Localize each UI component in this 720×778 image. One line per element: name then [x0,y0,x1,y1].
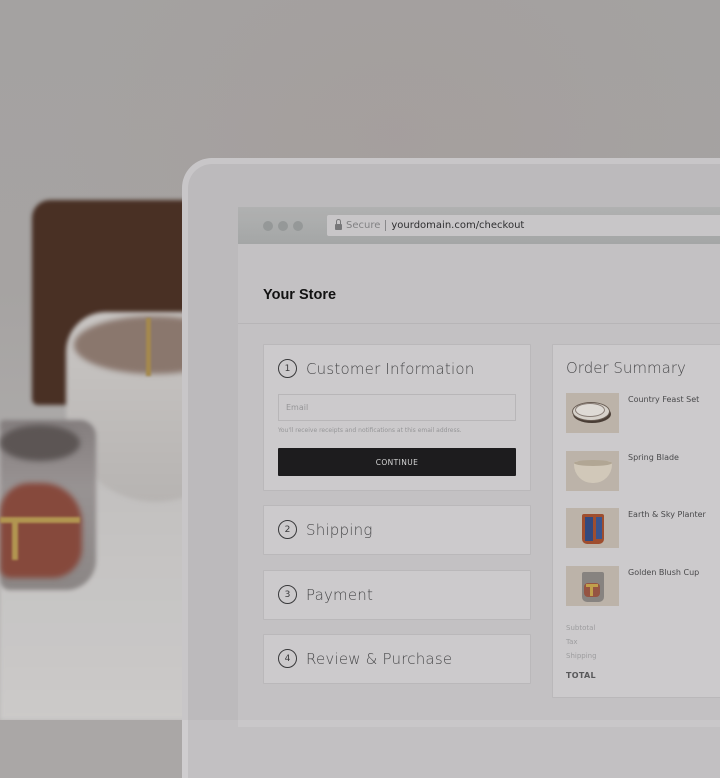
shipping-label: Shipping [566,652,597,660]
store-header: Your Store [238,244,720,324]
checkout-page: Your Store 1 Customer Information Email … [238,244,720,727]
window-controls [263,221,303,231]
total-label: TOTAL [566,671,596,680]
bowl-thumbnail-icon [566,451,619,491]
email-input[interactable]: Email [278,394,516,421]
step-number-badge: 3 [278,585,297,604]
order-item[interactable]: Golden Blush Cup [566,566,720,606]
order-item[interactable]: Earth & Sky Planter [566,508,720,548]
step-header: 3 Payment [278,585,373,604]
order-item-name: Golden Blush Cup [628,568,700,577]
tax-label: Tax [566,638,578,646]
step-review-purchase[interactable]: 4 Review & Purchase [263,634,531,684]
step-header: 4 Review & Purchase [278,649,452,668]
close-window-button[interactable] [263,221,273,231]
step-title: Review & Purchase [306,649,453,668]
subtotal-label: Subtotal [566,624,596,632]
step-number-badge: 1 [278,359,297,378]
cup-thumbnail-icon [566,566,619,606]
address-bar[interactable]: Secure yourdomain.com/checkout [327,215,720,236]
step-header[interactable]: 1 Customer Information [278,359,474,378]
plates-thumbnail-icon [566,393,619,433]
step-payment[interactable]: 3 Payment [263,570,531,620]
cup-gold-drip [12,520,18,560]
order-item-name: Country Feast Set [628,395,700,404]
maximize-window-button[interactable] [293,221,303,231]
step-number-badge: 2 [278,520,297,539]
step-title: Payment [306,585,374,604]
step-number-badge: 4 [278,649,297,668]
order-item-name: Spring Blade [628,453,679,462]
minimize-window-button[interactable] [278,221,288,231]
url-text[interactable]: yourdomain.com/checkout [391,220,524,231]
order-item-name: Earth & Sky Planter [628,510,706,519]
store-title[interactable]: Your Store [263,287,336,303]
secure-label: Secure [346,220,387,231]
step-title: Customer Information [306,359,475,378]
browser-window: Secure yourdomain.com/checkout Your Stor… [238,207,720,727]
browser-toolbar: Secure yourdomain.com/checkout [238,207,720,244]
order-item[interactable]: Country Feast Set [566,393,720,433]
step-title: Shipping [306,520,373,539]
order-item[interactable]: Spring Blade [566,451,720,491]
lock-icon [335,218,342,230]
planter-thumbnail-icon [566,508,619,548]
order-summary: Order Summary Country Feast Set Spring B… [552,344,720,698]
step-shipping[interactable]: 2 Shipping [263,505,531,555]
continue-button[interactable]: CONTINUE [278,448,516,476]
bowl-gold-drip [146,318,151,376]
step-header: 2 Shipping [278,520,373,539]
step-customer-information: 1 Customer Information Email You'll rece… [263,344,531,491]
email-hint: You'll receive receipts and notification… [278,427,462,434]
cup-rim [0,425,80,461]
order-summary-title: Order Summary [566,359,686,377]
